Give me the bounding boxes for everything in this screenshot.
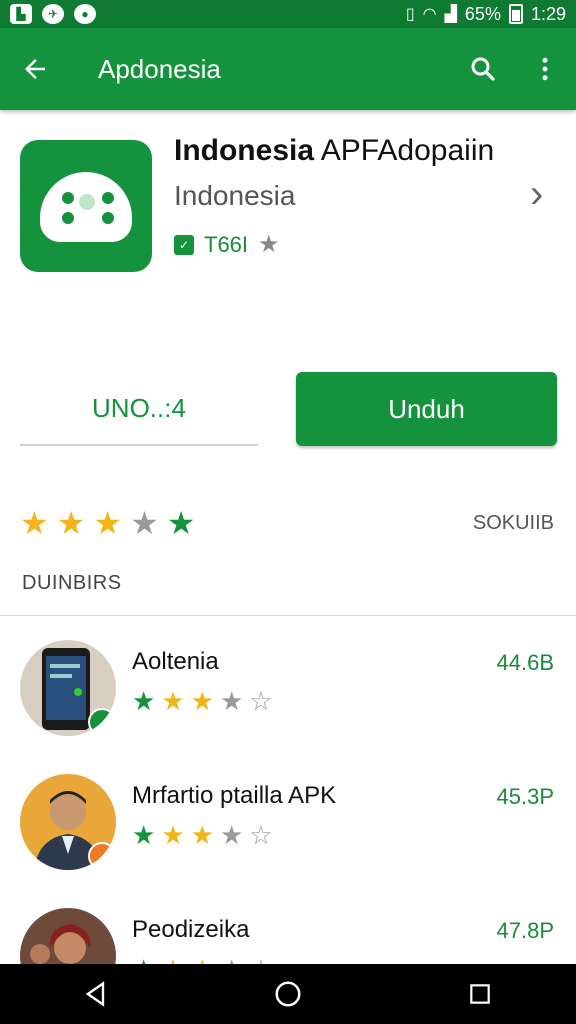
search-icon [471, 57, 495, 81]
gamepad-center [79, 194, 95, 210]
item-size: 45.3P [496, 784, 555, 809]
app-title-bold: Indonesia [174, 134, 315, 167]
wifi-icon: ◠ [422, 6, 437, 23]
star-icon: ★ [132, 686, 156, 716]
star-icon: ★ [190, 686, 214, 716]
star-icon: ★ [56, 505, 86, 541]
star-icon: ★ [93, 505, 123, 541]
list-item[interactable]: Aoltenia ★ ★ ★ ★ ☆ 44.6B [0, 640, 576, 760]
circle-home-icon [275, 981, 301, 1007]
list-item[interactable]: Mrfartio ptailla APK ★ ★ ★ ★ ☆ 45.3P [0, 774, 576, 894]
app-meta: ✓ T66I ★ [174, 230, 280, 259]
section-title: DUINBIRS [22, 572, 122, 594]
triangle-back-icon [85, 981, 105, 1007]
arrow-back-icon [25, 59, 45, 79]
notification-shield-icon: ● [74, 4, 96, 24]
status-bar: ▙ ✈ ● ▯ ◠ ▟ 65% 1:29 [0, 0, 576, 28]
star-icon: ★ [190, 820, 214, 850]
app-developer[interactable]: Indonesia [174, 180, 295, 212]
item-name: Aoltenia [132, 648, 219, 675]
system-nav-bar [0, 964, 576, 1024]
more-vert-icon [542, 57, 548, 81]
avatar [20, 774, 116, 870]
star-icon: ★ [166, 505, 196, 541]
item-size: 44.6B [496, 650, 555, 675]
gamepad-dot [62, 192, 74, 204]
battery-icon [508, 4, 523, 24]
divider [0, 615, 576, 616]
star-icon: ★ [20, 505, 49, 541]
vibrate-icon: ▯ [405, 6, 415, 23]
app-icon [20, 140, 152, 272]
nav-recents-button[interactable] [440, 964, 520, 1024]
nav-home-button[interactable] [248, 964, 328, 1024]
star-icon: ★ [130, 505, 159, 541]
star-icon: ★ [219, 820, 244, 850]
star-icon: ★ [161, 820, 185, 850]
verified-badge-icon: ✓ [174, 234, 194, 255]
app-badge-icon [88, 708, 116, 736]
app-bar-title: Apdonesia [98, 53, 221, 84]
gamepad-icon [40, 172, 132, 242]
overflow-menu-button[interactable] [514, 28, 576, 110]
item-name: Mrfartio ptailla APK [132, 782, 337, 809]
nav-back-button[interactable] [56, 964, 136, 1024]
item-name: Peodizeika [132, 916, 250, 943]
secondary-button[interactable]: UNO..:4 [20, 372, 258, 446]
item-stars: ★★★★☆ [132, 820, 273, 851]
star-icon: ★ [161, 686, 185, 716]
install-button[interactable]: Unduh [296, 372, 557, 446]
chevron-right-icon[interactable]: › [530, 172, 543, 217]
app-title-rest: APFAdopaiin [314, 134, 495, 167]
star-icon: ☆ [249, 820, 273, 850]
rating-stars: ★ ★ ★ ★ ★ [20, 504, 195, 542]
gamepad-dot [102, 192, 114, 204]
signal-icon: ▟ [444, 6, 457, 23]
gamepad-dot [62, 212, 74, 224]
gamepad-dot [102, 212, 114, 224]
battery-percent: 65% [464, 3, 501, 24]
star-icon: ★ [258, 231, 280, 258]
search-button[interactable] [452, 28, 514, 110]
star-icon: ★ [132, 820, 156, 850]
clock: 1:29 [530, 3, 566, 24]
avatar [20, 640, 116, 736]
item-stars: ★★★★☆ [132, 686, 273, 717]
back-button[interactable] [0, 28, 70, 110]
app-size: T66I [204, 231, 249, 257]
star-icon: ☆ [249, 686, 273, 716]
star-icon: ★ [219, 686, 244, 716]
square-recents-icon [470, 984, 490, 1004]
notification-app-icon: ✈ [42, 4, 64, 24]
rating-label: SOKUIIB [472, 512, 554, 534]
item-size: 47.8P [496, 918, 555, 943]
app-bar: Apdonesia [0, 28, 576, 110]
notification-image-icon: ▙ [10, 4, 32, 24]
app-badge-icon [88, 842, 116, 870]
app-title: Indonesia APFAdopaiin [174, 134, 494, 168]
